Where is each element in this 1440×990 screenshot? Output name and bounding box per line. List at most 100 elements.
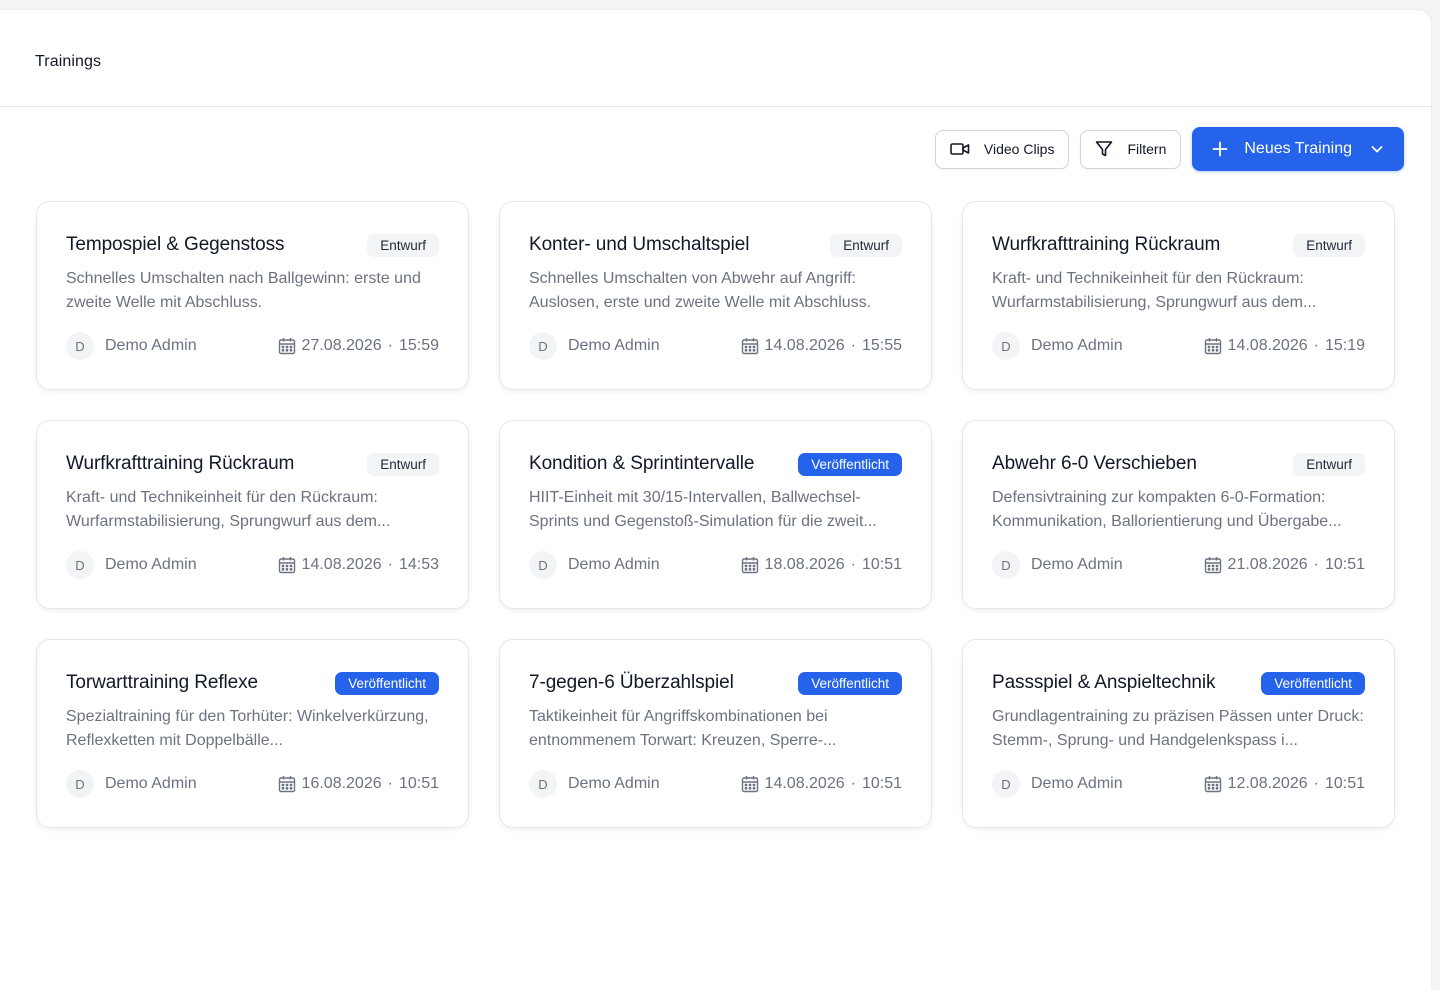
training-card[interactable]: Wurfkrafttraining Rückraum Entwurf Kraft… [962, 201, 1395, 390]
calendar-icon [1204, 556, 1222, 574]
card-header: Passspiel & Anspieltechnik Veröffentlich… [992, 669, 1365, 697]
card-footer: D Demo Admin 14.08.2026 [529, 770, 902, 798]
card-footer: D Demo Admin 14.08.2026 [66, 551, 439, 579]
author-name: Demo Admin [1031, 775, 1123, 792]
training-card[interactable]: Wurfkrafttraining Rückraum Entwurf Kraft… [36, 420, 469, 609]
video-clips-button[interactable]: Video Clips [934, 129, 1070, 169]
card-footer: D Demo Admin 12.08.2026 · 10:51 [992, 770, 1365, 798]
filter-button[interactable]: Filtern [1080, 129, 1182, 169]
date-value: 14.08.2026 [301, 556, 382, 573]
card-footer: D Demo Admin 21.08.2026 · 10:51 [992, 551, 1365, 579]
calendar-icon [1204, 775, 1222, 793]
author-name: Demo Admin [568, 556, 660, 573]
training-description: HIIT-Einheit mit 30/15-Intervallen, Ball… [529, 489, 877, 530]
status-badge: Veröffentlicht [1261, 671, 1365, 695]
calendar-icon [278, 556, 296, 574]
avatar: D [66, 332, 94, 360]
avatar: D [992, 551, 1020, 579]
training-description: Spezialtraining für den Torhüter: Winkel… [66, 708, 429, 749]
date-value: 12.08.2026 [1227, 775, 1308, 792]
training-description: Grundlagentraining zu präzisen Pässen un… [992, 708, 1364, 749]
author: D Demo Admin [66, 332, 197, 360]
time-value: 15:55 [861, 337, 902, 354]
card-header: Kondition & Sprintintervalle Veröffentli… [529, 450, 902, 478]
training-title: Wurfkrafttraining Rückraum [992, 234, 1221, 255]
time-value: 10:51 [1324, 775, 1365, 792]
author-name: Demo Admin [568, 775, 660, 792]
training-card[interactable]: Abwehr 6-0 Verschieben Entwurf Defensivt… [962, 420, 1395, 609]
training-date: 14.08.2026 · 15:55 [741, 337, 902, 355]
status-badge: Entwurf [1293, 452, 1365, 476]
training-date: 18.08.2026 · 10:51 [741, 556, 902, 574]
author-name: Demo Admin [1031, 556, 1123, 573]
avatar: D [66, 770, 94, 798]
card-footer: D Demo Admin 14.08.2026 [529, 332, 902, 360]
calendar-icon [278, 775, 296, 793]
training-card[interactable]: Tempospiel & Gegenstoss Entwurf Schnelle… [36, 201, 469, 390]
training-title: Torwarttraining Reflexe [66, 672, 259, 693]
training-title: Konter- und Umschaltspiel [529, 234, 750, 255]
calendar-icon [741, 556, 759, 574]
card-header: 7-gegen-6 Überzahlspiel Veröffentlicht [529, 669, 902, 697]
calendar-icon [1204, 337, 1222, 355]
filter-label: Filtern [1127, 141, 1167, 157]
author: D Demo Admin [529, 332, 660, 360]
training-title: Wurfkrafttraining Rückraum [66, 453, 295, 474]
status-badge: Entwurf [1293, 233, 1365, 257]
author-name: Demo Admin [568, 337, 660, 354]
card-header: Wurfkrafttraining Rückraum Entwurf [66, 450, 439, 478]
author-name: Demo Admin [1031, 337, 1123, 354]
toolbar: Video Clips Filtern Neues Training [934, 127, 1404, 171]
training-title: Passspiel & Anspieltechnik [992, 672, 1216, 693]
avatar: D [529, 770, 557, 798]
top-bar: Trainings [0, 10, 1431, 107]
time-value: 10:51 [1324, 556, 1365, 573]
new-training-label: Neues Training [1244, 140, 1352, 157]
time-value: 10:51 [398, 775, 439, 792]
training-title: 7-gegen-6 Überzahlspiel [529, 672, 734, 693]
card-header: Abwehr 6-0 Verschieben Entwurf [992, 450, 1365, 478]
card-footer: D Demo Admin 14.08.2026 [992, 332, 1365, 360]
calendar-icon [741, 775, 759, 793]
training-card[interactable]: Torwarttraining Reflexe Veröffentlicht S… [36, 639, 469, 828]
new-training-button[interactable]: Neues Training [1192, 127, 1404, 171]
author: D Demo Admin [992, 551, 1123, 579]
training-date: 14.08.2026 · 15:19 [1204, 337, 1365, 355]
training-description: Kraft- und Technikeinheit für den Rückra… [66, 489, 391, 530]
author: D Demo Admin [992, 332, 1123, 360]
time-value: 15:19 [1324, 337, 1365, 354]
date-value: 14.08.2026 [764, 337, 845, 354]
training-card[interactable]: Konter- und Umschaltspiel Entwurf Schnel… [499, 201, 932, 390]
status-badge: Veröffentlicht [335, 671, 439, 695]
training-card[interactable]: Kondition & Sprintintervalle Veröffentli… [499, 420, 932, 609]
plus-icon [1212, 141, 1228, 157]
funnel-icon [1095, 140, 1113, 158]
avatar: D [66, 551, 94, 579]
training-card[interactable]: 7-gegen-6 Überzahlspiel Veröffentlicht T… [499, 639, 932, 828]
training-date: 14.08.2026 · 14:53 [278, 556, 439, 574]
author-name: Demo Admin [105, 775, 197, 792]
calendar-icon [278, 337, 296, 355]
author-name: Demo Admin [105, 556, 197, 573]
date-value: 18.08.2026 [764, 556, 845, 573]
training-date: 27.08.2026 · 15:59 [278, 337, 439, 355]
training-date: 14.08.2026 · 10:51 [741, 775, 902, 793]
author: D Demo Admin [529, 770, 660, 798]
avatar: D [529, 551, 557, 579]
training-date: 16.08.2026 · 10:51 [278, 775, 439, 793]
chevron-down-icon[interactable] [1370, 142, 1384, 156]
page-title: Trainings [35, 53, 102, 70]
training-title: Tempospiel & Gegenstoss [66, 234, 285, 255]
card-header: Tempospiel & Gegenstoss Entwurf [66, 231, 439, 259]
training-date: 12.08.2026 · 10:51 [1204, 775, 1365, 793]
training-description: Schnelles Umschalten nach Ballgewinn: er… [66, 270, 421, 311]
training-card-grid: Tempospiel & Gegenstoss Entwurf Schnelle… [36, 201, 1395, 828]
time-value: 10:51 [861, 775, 902, 792]
training-date: 21.08.2026 · 10:51 [1204, 556, 1365, 574]
training-description: Schnelles Umschalten von Abwehr auf Angr… [529, 270, 872, 311]
avatar: D [529, 332, 557, 360]
training-card[interactable]: Passspiel & Anspieltechnik Veröffentlich… [962, 639, 1395, 828]
card-footer: D Demo Admin 27.08.2026 · 15:59 [66, 332, 439, 360]
card-footer: D Demo Admin 18.08.2026 · 10:51 [529, 551, 902, 579]
status-badge: Entwurf [367, 233, 439, 257]
